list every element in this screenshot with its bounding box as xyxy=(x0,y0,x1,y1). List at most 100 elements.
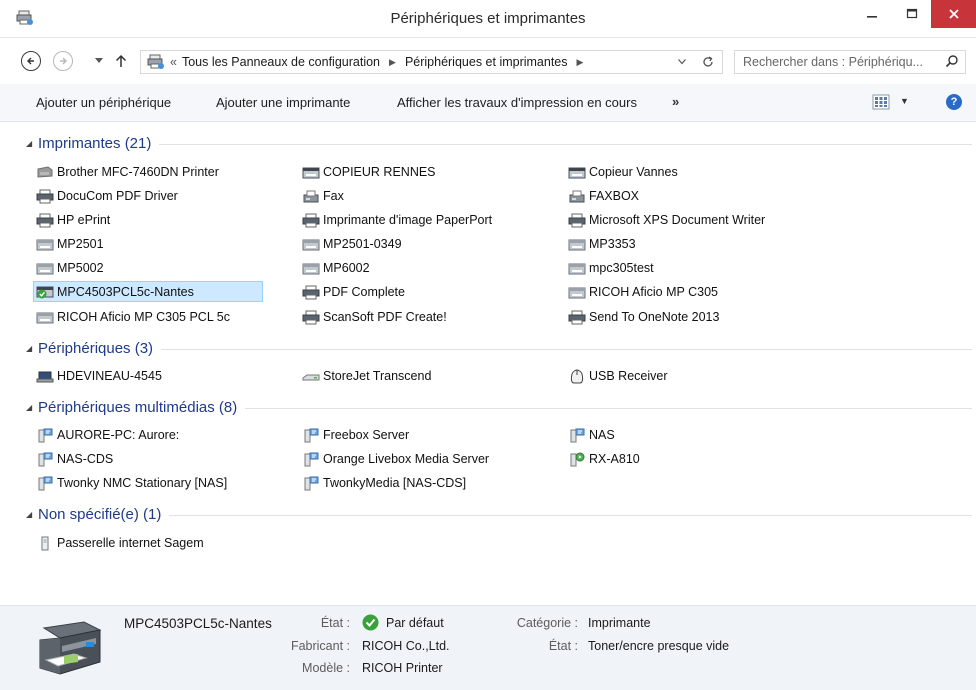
device-label: RICOH Aficio MP C305 xyxy=(589,285,718,299)
device-label: MP2501-0349 xyxy=(323,237,402,251)
up-button[interactable] xyxy=(110,50,132,72)
media-server-icon xyxy=(36,475,54,491)
device-label: Imprimante d'image PaperPort xyxy=(323,213,493,227)
device-item-mp6002[interactable]: MP6002 xyxy=(302,258,370,278)
add-printer-button[interactable]: Ajouter une imprimante xyxy=(216,95,350,110)
default-printer-icon xyxy=(36,284,54,300)
device-label: NAS xyxy=(589,428,615,442)
media-server-icon xyxy=(302,427,320,443)
printer-icon xyxy=(36,188,54,204)
copier-icon xyxy=(36,260,54,276)
device-item-fax[interactable]: Fax xyxy=(302,186,344,206)
device-item-aurore-pc[interactable]: AURORE-PC: Aurore: xyxy=(36,425,179,445)
group-divider xyxy=(169,514,972,516)
media-server-icon xyxy=(568,427,586,443)
add-device-button[interactable]: Ajouter un périphérique xyxy=(36,95,171,110)
group-title: Périphériques multimédias (8) xyxy=(38,398,238,416)
overflow-crumb[interactable]: « xyxy=(170,55,177,69)
drive-icon xyxy=(302,368,320,384)
search-icon[interactable] xyxy=(945,54,959,71)
help-icon[interactable]: ? xyxy=(946,94,962,110)
state-value: Par défaut xyxy=(386,616,444,630)
copier-icon xyxy=(36,236,54,252)
device-item-hdevineau[interactable]: HDEVINEAU-4545 xyxy=(36,366,162,386)
address-history-chevron-icon[interactable] xyxy=(678,59,686,65)
device-item-docucom[interactable]: DocuCom PDF Driver xyxy=(36,186,178,206)
device-label: TwonkyMedia [NAS-CDS] xyxy=(323,476,467,490)
copier-icon xyxy=(36,309,54,325)
device-item-sagem-gateway[interactable]: Passerelle internet Sagem xyxy=(36,533,204,553)
device-item-storejet[interactable]: StoreJet Transcend xyxy=(302,366,431,386)
group-header-unspecified[interactable]: ◢ Non spécifié(e) (1) xyxy=(26,503,972,525)
device-label: MP3353 xyxy=(589,237,636,251)
device-item-hp-eprint[interactable]: HP ePrint xyxy=(36,210,110,230)
device-item-usb-receiver[interactable]: USB Receiver xyxy=(568,366,668,386)
device-item-mpc305test[interactable]: mpc305test xyxy=(568,258,654,278)
group-title: Périphériques (3) xyxy=(38,339,154,357)
group-header-multimedia[interactable]: ◢ Périphériques multimédias (8) xyxy=(26,396,972,418)
fax-icon xyxy=(568,188,586,204)
device-item-nas[interactable]: NAS xyxy=(568,425,615,445)
device-label: Brother MFC-7460DN Printer xyxy=(57,165,219,179)
device-item-livebox[interactable]: Orange Livebox Media Server xyxy=(302,449,489,469)
device-label: MP5002 xyxy=(57,261,104,275)
breadcrumb-separator-icon[interactable]: ▶ xyxy=(389,57,396,68)
device-item-mp3353[interactable]: MP3353 xyxy=(568,234,636,254)
print-jobs-button[interactable]: Afficher les travaux d'impression en cou… xyxy=(397,95,637,110)
collapse-triangle-icon[interactable]: ◢ xyxy=(26,510,38,519)
breadcrumb-separator-icon[interactable]: ▶ xyxy=(577,57,584,68)
search-input[interactable] xyxy=(743,54,939,70)
chevron-down-icon xyxy=(95,58,103,63)
back-button[interactable] xyxy=(20,50,42,72)
device-item-mpc4503-nantes[interactable]: MPC4503PCL5c-Nantes xyxy=(33,281,263,302)
address-bar[interactable]: « Tous les Panneaux de configuration ▶ P… xyxy=(140,50,723,74)
mouse-icon xyxy=(568,368,586,384)
device-item-xps-writer[interactable]: Microsoft XPS Document Writer xyxy=(568,210,765,230)
device-item-onenote[interactable]: Send To OneNote 2013 xyxy=(568,307,719,327)
device-label: Fax xyxy=(323,189,344,203)
device-label: COPIEUR RENNES xyxy=(323,165,436,179)
device-item-nas-cds[interactable]: NAS-CDS xyxy=(36,449,113,469)
breadcrumb-devices-printers[interactable]: Périphériques et imprimantes xyxy=(405,55,568,69)
device-item-mp2501[interactable]: MP2501 xyxy=(36,234,104,254)
device-item-twonkymedia[interactable]: TwonkyMedia [NAS-CDS] xyxy=(302,473,466,493)
collapse-triangle-icon[interactable]: ◢ xyxy=(26,344,38,353)
view-options-dropdown-icon[interactable]: ▼ xyxy=(900,96,909,106)
group-header-printers[interactable]: ◢ Imprimantes (21) xyxy=(26,132,972,154)
minimize-button[interactable] xyxy=(852,0,892,28)
maximize-button[interactable] xyxy=(892,0,932,28)
device-item-freebox[interactable]: Freebox Server xyxy=(302,425,409,445)
device-item-copieur-vannes[interactable]: Copieur Vannes xyxy=(568,162,678,182)
refresh-icon[interactable] xyxy=(702,56,714,68)
up-arrow-icon xyxy=(115,54,127,67)
collapse-triangle-icon[interactable]: ◢ xyxy=(26,403,38,412)
printer-icon xyxy=(302,212,320,228)
breadcrumb-control-panel[interactable]: Tous les Panneaux de configuration xyxy=(182,55,380,69)
device-item-rx-a810[interactable]: RX-A810 xyxy=(568,449,640,469)
more-commands-button[interactable]: » xyxy=(672,94,679,109)
group-divider xyxy=(161,348,972,350)
device-item-mp5002[interactable]: MP5002 xyxy=(36,258,104,278)
recent-locations-button[interactable] xyxy=(88,50,110,72)
device-label: HDEVINEAU-4545 xyxy=(57,369,162,383)
device-item-copieur-rennes[interactable]: COPIEUR RENNES xyxy=(302,162,436,182)
device-label: ScanSoft PDF Create! xyxy=(323,310,447,324)
device-item-paperport[interactable]: Imprimante d'image PaperPort xyxy=(302,210,492,230)
device-item-mp2501-0349[interactable]: MP2501-0349 xyxy=(302,234,402,254)
change-view-button[interactable] xyxy=(872,94,890,113)
device-item-pdf-complete[interactable]: PDF Complete xyxy=(302,282,405,302)
collapse-triangle-icon[interactable]: ◢ xyxy=(26,139,38,148)
device-item-twonky-nmc[interactable]: Twonky NMC Stationary [NAS] xyxy=(36,473,227,493)
group-title: Imprimantes (21) xyxy=(38,134,152,152)
model-value: RICOH Printer xyxy=(362,661,443,675)
laptop-icon xyxy=(36,368,54,384)
device-item-scansoft[interactable]: ScanSoft PDF Create! xyxy=(302,307,447,327)
close-button[interactable] xyxy=(931,0,976,28)
device-item-faxbox[interactable]: FAXBOX xyxy=(568,186,639,206)
device-item-ricoh-c305-pcl[interactable]: RICOH Aficio MP C305 PCL 5c xyxy=(36,307,230,327)
device-item-brother[interactable]: Brother MFC-7460DN Printer xyxy=(36,162,219,182)
forward-button[interactable] xyxy=(52,50,74,72)
group-header-devices[interactable]: ◢ Périphériques (3) xyxy=(26,337,972,359)
search-box[interactable] xyxy=(734,50,966,74)
device-item-ricoh-c305[interactable]: RICOH Aficio MP C305 xyxy=(568,282,718,302)
